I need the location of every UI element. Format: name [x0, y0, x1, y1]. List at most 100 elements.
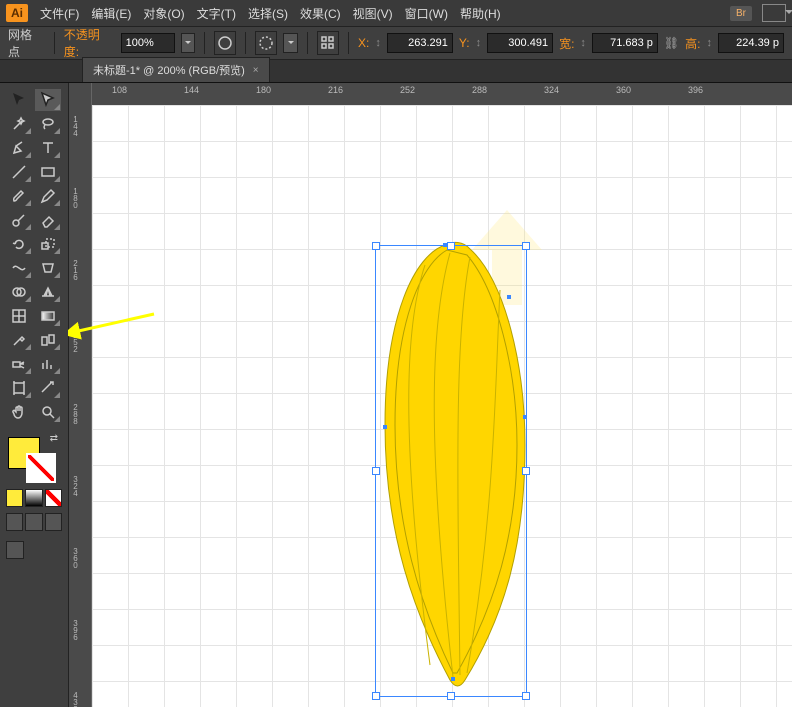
- width-tool[interactable]: [6, 257, 32, 279]
- perspective-grid-tool[interactable]: [35, 281, 61, 303]
- horizontal-ruler: 108144180216252288324360396: [92, 83, 792, 106]
- zoom-tool[interactable]: [35, 401, 61, 423]
- selection-handle-br[interactable]: [522, 692, 530, 700]
- selection-handle-tl[interactable]: [372, 242, 380, 250]
- hruler-tick: 180: [256, 85, 271, 95]
- swap-fill-stroke-icon[interactable]: ⇄: [50, 433, 58, 444]
- menu-file[interactable]: 文件(F): [40, 5, 79, 22]
- constrain-link-icon[interactable]: ⛓: [664, 36, 679, 50]
- artboard-tool[interactable]: [6, 377, 32, 399]
- h-stepper-icon[interactable]: ↕: [706, 37, 712, 49]
- x-input[interactable]: [387, 33, 453, 53]
- blob-brush-tool[interactable]: [6, 209, 32, 231]
- menu-type[interactable]: 文字(T): [197, 5, 236, 22]
- color-mode-button[interactable]: [6, 489, 23, 507]
- screen-mode-button[interactable]: [6, 541, 24, 559]
- recolor-button[interactable]: [255, 31, 277, 55]
- pencil-tool[interactable]: [35, 185, 61, 207]
- selection-type-label: 网格点: [8, 26, 41, 60]
- column-graph-tool[interactable]: [35, 353, 61, 375]
- selection-handle-mr[interactable]: [522, 467, 530, 475]
- menu-edit[interactable]: 编辑(E): [91, 5, 131, 22]
- tools-panel: ⇄: [0, 83, 69, 707]
- line-tool[interactable]: [6, 161, 32, 183]
- hruler-tick: 360: [616, 85, 631, 95]
- close-tab-icon[interactable]: ×: [253, 65, 259, 76]
- pen-tool[interactable]: [6, 137, 32, 159]
- blend-tool[interactable]: [35, 329, 61, 351]
- vruler-tick: 216: [71, 259, 80, 280]
- draw-normal-button[interactable]: [6, 513, 23, 531]
- eyedropper-tool[interactable]: [6, 329, 32, 351]
- selection-handle-tr[interactable]: [522, 242, 530, 250]
- hand-tool[interactable]: [6, 401, 32, 423]
- vruler-tick: 288: [71, 403, 80, 424]
- selection-handle-bc[interactable]: [447, 692, 455, 700]
- eraser-tool[interactable]: [35, 209, 61, 231]
- bridge-button[interactable]: Br: [730, 6, 752, 21]
- hruler-tick: 252: [400, 85, 415, 95]
- rotate-tool[interactable]: [6, 233, 32, 255]
- opacity-dropdown[interactable]: [181, 33, 196, 53]
- symbol-sprayer-tool[interactable]: [6, 353, 32, 375]
- menu-effect[interactable]: 效果(C): [300, 5, 341, 22]
- slice-tool[interactable]: [35, 377, 61, 399]
- paintbrush-tool[interactable]: [6, 185, 32, 207]
- x-label: X:: [358, 36, 369, 50]
- type-tool[interactable]: [35, 137, 61, 159]
- magic-wand-tool[interactable]: [6, 113, 32, 135]
- document-tab[interactable]: 未标题-1* @ 200% (RGB/预览) ×: [82, 57, 270, 82]
- free-transform-tool[interactable]: [35, 257, 61, 279]
- recolor-dropdown[interactable]: [283, 33, 298, 53]
- vruler-tick: 180: [71, 187, 80, 208]
- gradient-mode-button[interactable]: [25, 489, 42, 507]
- style-button[interactable]: [214, 31, 236, 55]
- vruler-tick: 432: [71, 691, 80, 707]
- artboard[interactable]: [92, 105, 792, 707]
- y-input[interactable]: [487, 33, 553, 53]
- menu-bar: Ai 文件(F) 编辑(E) 对象(O) 文字(T) 选择(S) 效果(C) 视…: [0, 0, 792, 27]
- rectangle-tool[interactable]: [35, 161, 61, 183]
- opacity-input[interactable]: [121, 33, 175, 53]
- fill-stroke-swatch[interactable]: ⇄: [6, 435, 54, 477]
- menu-view[interactable]: 视图(V): [353, 5, 393, 22]
- hruler-tick: 216: [328, 85, 343, 95]
- mesh-tool[interactable]: [6, 305, 32, 327]
- annotation-arrow: [68, 310, 158, 340]
- direct-selection-tool[interactable]: [35, 89, 61, 111]
- vruler-tick: 144: [71, 115, 80, 136]
- x-stepper-icon[interactable]: ↕: [375, 37, 381, 49]
- workspace-layout-menu[interactable]: [762, 4, 786, 22]
- selection-tool[interactable]: [6, 89, 32, 111]
- selection-handle-ml[interactable]: [372, 467, 380, 475]
- selection-handle-tc[interactable]: [447, 242, 455, 250]
- w-stepper-icon[interactable]: ↕: [580, 37, 586, 49]
- stroke-swatch[interactable]: [26, 453, 56, 483]
- y-stepper-icon[interactable]: ↕: [476, 37, 482, 49]
- align-button[interactable]: [317, 31, 339, 55]
- menu-window[interactable]: 窗口(W): [405, 5, 448, 22]
- document-tab-title: 未标题-1* @ 200% (RGB/预览): [93, 62, 245, 78]
- hruler-tick: 396: [688, 85, 703, 95]
- selection-bounding-box[interactable]: [375, 245, 527, 697]
- lasso-tool[interactable]: [35, 113, 61, 135]
- draw-inside-button[interactable]: [45, 513, 62, 531]
- vruler-tick: 360: [71, 547, 80, 568]
- h-input[interactable]: [718, 33, 784, 53]
- canvas-area[interactable]: 108144180216252288324360396: [92, 83, 792, 707]
- hruler-tick: 324: [544, 85, 559, 95]
- vertical-ruler: 144180216252288324360396432: [69, 83, 92, 707]
- menu-select[interactable]: 选择(S): [248, 5, 288, 22]
- menu-help[interactable]: 帮助(H): [460, 5, 501, 22]
- selection-handle-bl[interactable]: [372, 692, 380, 700]
- shape-builder-tool[interactable]: [6, 281, 32, 303]
- none-mode-button[interactable]: [45, 489, 62, 507]
- draw-behind-button[interactable]: [25, 513, 42, 531]
- gradient-tool[interactable]: [35, 305, 61, 327]
- menu-object[interactable]: 对象(O): [143, 5, 184, 22]
- control-bar: 网格点 不透明度: X: ↕ Y: ↕ 宽: ↕ ⛓ 高: ↕: [0, 27, 792, 60]
- scale-tool[interactable]: [35, 233, 61, 255]
- vruler-tick: 396: [71, 619, 80, 640]
- y-label: Y:: [459, 36, 470, 50]
- w-input[interactable]: [592, 33, 658, 53]
